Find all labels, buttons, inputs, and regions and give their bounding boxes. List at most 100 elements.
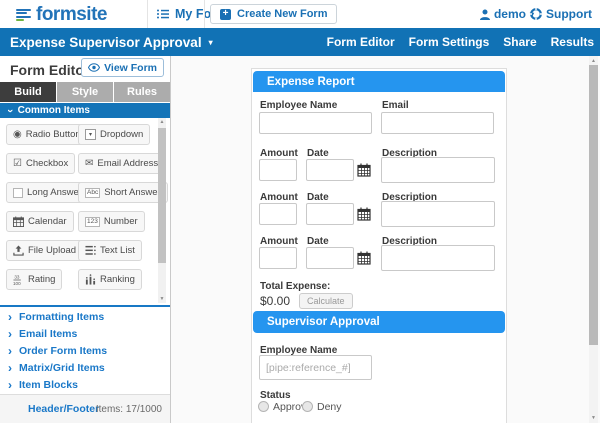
date-label: Date	[307, 236, 329, 247]
chevron-right-icon: ›	[8, 329, 12, 339]
chevron-right-icon: ›	[8, 312, 12, 322]
svg-text:33: 33	[14, 274, 20, 279]
calculate-button[interactable]: Calculate	[299, 293, 353, 309]
form-editor-sidebar: Form Editor View Form Build Style Rules …	[0, 56, 171, 423]
item-long-answer[interactable]: Long Answer	[6, 182, 89, 203]
item-checkbox[interactable]: ☑ Checkbox	[6, 153, 75, 174]
scrollbar-thumb[interactable]	[158, 128, 166, 263]
formsite-logo[interactable]: formsite	[16, 4, 107, 26]
item-label: Text List	[100, 245, 135, 256]
status-label: Status	[260, 390, 291, 401]
create-new-form-button[interactable]: + Create New Form	[210, 4, 337, 24]
formsite-logo-icon	[16, 8, 31, 23]
common-items-panel: ◉ Radio Button ▾ Dropdown ☑ Checkbox ✉ E…	[0, 116, 156, 305]
amount-label: Amount	[260, 148, 298, 159]
view-form-label: View Form	[104, 62, 157, 74]
user-menu[interactable]: demo ▾	[480, 0, 534, 28]
item-label: Ranking	[100, 274, 135, 285]
total-expense-value: $0.00	[260, 294, 290, 308]
section-label: Order Form Items	[19, 345, 107, 357]
user-icon	[480, 9, 490, 20]
item-radio-button[interactable]: ◉ Radio Button	[6, 124, 88, 145]
eye-icon	[88, 63, 100, 72]
item-email-address[interactable]: ✉ Email Address	[78, 153, 165, 174]
item-short-answer[interactable]: Abc Short Answer	[78, 182, 168, 203]
item-ranking[interactable]: Ranking	[78, 269, 142, 290]
section-label: Item Blocks	[19, 379, 78, 391]
scroll-up-icon[interactable]: ▲	[589, 57, 598, 65]
expense-report-header[interactable]: Expense Report	[253, 71, 505, 92]
form-nav: Form Editor Form Settings Share Results	[327, 28, 594, 56]
section-matrix-grid-items[interactable]: › Matrix/Grid Items	[0, 359, 170, 376]
sidebar-items-scrollbar[interactable]: ▲ ▼	[158, 118, 166, 303]
scroll-down-icon[interactable]: ▼	[589, 414, 598, 422]
supervisor-approval-header[interactable]: Supervisor Approval	[253, 311, 505, 333]
section-label: Email Items	[19, 328, 77, 340]
date-input[interactable]	[306, 203, 354, 225]
date-picker-icon[interactable]	[357, 207, 371, 221]
deny-radio[interactable]	[302, 401, 313, 412]
scrollbar-thumb[interactable]	[589, 65, 598, 345]
support-button[interactable]: Support	[530, 0, 592, 28]
item-dropdown[interactable]: ▾ Dropdown	[78, 124, 150, 145]
amount-input[interactable]	[259, 203, 297, 225]
description-input[interactable]	[381, 201, 495, 227]
scroll-down-icon[interactable]: ▼	[158, 295, 166, 303]
item-number[interactable]: 123 Number	[78, 211, 145, 232]
topbar-divider	[147, 0, 148, 28]
item-label: Dropdown	[100, 129, 143, 140]
item-label: Rating	[28, 274, 55, 285]
section-title: Supervisor Approval	[267, 316, 380, 328]
chevron-right-icon: ›	[8, 380, 12, 390]
tab-build[interactable]: Build	[0, 82, 56, 102]
date-picker-icon[interactable]	[357, 251, 371, 265]
approve-radio[interactable]	[258, 401, 269, 412]
tab-style[interactable]: Style	[57, 82, 113, 102]
text-list-icon	[85, 245, 96, 256]
long-answer-icon	[13, 188, 23, 198]
section-formatting-items[interactable]: › Formatting Items	[0, 308, 170, 325]
item-calendar[interactable]: Calendar	[6, 211, 74, 232]
item-text-list[interactable]: Text List	[78, 240, 142, 261]
description-input[interactable]	[381, 245, 495, 271]
description-input[interactable]	[381, 157, 495, 183]
user-name: demo	[494, 7, 526, 21]
tab-form-editor[interactable]: Form Editor	[327, 35, 395, 49]
employee-name-input[interactable]	[259, 112, 372, 134]
email-label: Email	[382, 100, 409, 111]
section-title: Expense Report	[267, 76, 355, 88]
header-footer-link[interactable]: Header/Footer	[28, 403, 99, 415]
tab-rules[interactable]: Rules	[114, 82, 170, 102]
top-bar: formsite My Forms + Create New Form demo…	[0, 0, 600, 28]
plus-icon: +	[220, 9, 231, 20]
form-title-dropdown[interactable]: Expense Supervisor Approval ▾	[10, 28, 213, 56]
amount-input[interactable]	[259, 159, 297, 181]
view-form-button[interactable]: View Form	[81, 58, 164, 77]
date-picker-icon[interactable]	[357, 163, 371, 177]
main-scrollbar[interactable]: ▲ ▼	[589, 56, 598, 423]
support-label: Support	[546, 7, 592, 21]
scroll-up-icon[interactable]: ▲	[158, 118, 166, 126]
item-label: Checkbox	[26, 158, 68, 169]
form-preview-card[interactable]: Expense Report Employee Name Email Amoun…	[251, 68, 507, 423]
tab-form-settings[interactable]: Form Settings	[409, 35, 490, 49]
section-order-form-items[interactable]: › Order Form Items	[0, 342, 170, 359]
section-item-blocks[interactable]: › Item Blocks	[0, 376, 170, 393]
tab-results[interactable]: Results	[551, 35, 594, 49]
item-rating[interactable]: 33 100 Rating	[6, 269, 62, 290]
section-email-items[interactable]: › Email Items	[0, 325, 170, 342]
date-input[interactable]	[306, 247, 354, 269]
email-input[interactable]	[381, 112, 494, 134]
item-label: Number	[104, 216, 138, 227]
tab-share[interactable]: Share	[503, 35, 536, 49]
item-file-upload[interactable]: File Upload	[6, 240, 83, 261]
item-label: Email Address	[97, 158, 158, 169]
email-icon: ✉	[85, 159, 93, 169]
dropdown-icon: ▾	[85, 129, 96, 140]
item-label: File Upload	[28, 245, 76, 256]
section-label: Formatting Items	[19, 311, 104, 323]
date-input[interactable]	[306, 159, 354, 181]
amount-label: Amount	[260, 192, 298, 203]
amount-input[interactable]	[259, 247, 297, 269]
pipe-employee-name-input[interactable]	[259, 355, 372, 380]
